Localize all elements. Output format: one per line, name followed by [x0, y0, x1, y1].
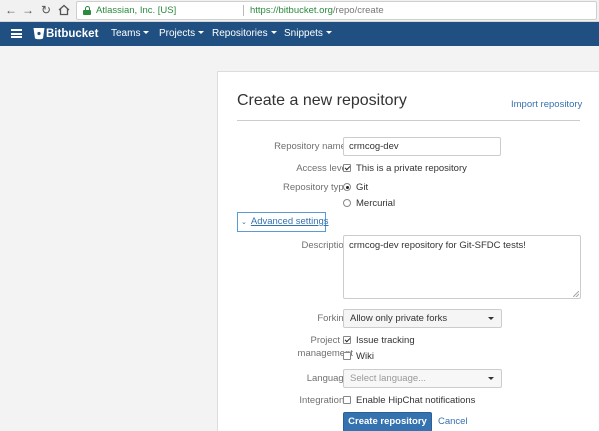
caret-down-icon [198, 30, 205, 34]
back-arrow-icon[interactable]: ← [4, 3, 18, 17]
resize-grip-icon[interactable] [573, 291, 579, 297]
title-divider [237, 120, 580, 121]
brand-name[interactable]: Bitbucket [46, 22, 98, 46]
create-repo-card: Create a new repository Import repositor… [217, 71, 599, 431]
home-icon[interactable] [57, 3, 71, 17]
advanced-settings-label: Advanced settings [250, 216, 329, 227]
advanced-settings-toggle[interactable]: ⌄ Advanced settings [237, 212, 329, 232]
browser-toolbar: ← → ↻ Atlassian, Inc. [US] https://bitbu… [0, 0, 599, 22]
forking-select-value: Allow only private forks [350, 313, 448, 324]
url-path: /repo/create [332, 5, 384, 16]
repo-name-label-text: Repository name [274, 141, 346, 152]
wiki-label: Wiki [356, 351, 374, 362]
hipchat-checkbox[interactable] [343, 396, 351, 404]
menu-teams[interactable]: Teams [111, 22, 150, 46]
address-separator [243, 5, 244, 16]
caret-down-icon [325, 30, 332, 34]
create-repository-button[interactable]: Create repository [343, 412, 432, 431]
cancel-link[interactable]: Cancel [438, 416, 468, 427]
language-select[interactable]: Select language... [343, 369, 502, 388]
hipchat-label: Enable HipChat notifications [356, 395, 476, 406]
lock-icon [83, 6, 91, 15]
description-textarea[interactable]: crmcog-dev repository for Git-SFDC tests… [343, 235, 581, 299]
app-header: Bitbucket Teams Projects Repositories Sn… [0, 22, 599, 46]
access-level-label: Access level [296, 163, 349, 174]
reload-icon[interactable]: ↻ [39, 3, 53, 17]
repo-type-label: Repository type [282, 182, 349, 193]
description-text: crmcog-dev repository for Git-SFDC tests… [349, 240, 526, 251]
menu-teams-label: Teams [111, 28, 141, 39]
caret-down-icon [143, 30, 150, 34]
mercurial-radio[interactable] [343, 199, 351, 207]
repo-name-label: Repository name* [274, 139, 349, 152]
site-identity: Atlassian, Inc. [US] [96, 5, 177, 16]
issue-tracking-checkbox[interactable] [343, 336, 351, 344]
caret-down-icon [270, 30, 277, 34]
mercurial-radio-label: Mercurial [356, 198, 396, 209]
wiki-checkbox[interactable] [343, 352, 351, 360]
menu-repositories-label: Repositories [212, 28, 268, 39]
url-host: https://bitbucket.org [250, 5, 333, 16]
bitbucket-logo-icon[interactable] [33, 27, 45, 40]
description-label: Description [301, 240, 349, 251]
integrations-label: Integrations [299, 395, 349, 406]
menu-projects-label: Projects [159, 28, 196, 39]
menu-snippets-label: Snippets [284, 28, 323, 39]
private-repo-checkbox[interactable] [343, 164, 351, 172]
menu-snippets[interactable]: Snippets [284, 22, 332, 46]
issue-tracking-label: Issue tracking [356, 335, 415, 346]
language-select-placeholder: Select language... [350, 373, 427, 384]
forking-select[interactable]: Allow only private forks [343, 309, 502, 328]
git-radio[interactable] [343, 183, 351, 191]
git-radio-label: Git [356, 182, 369, 193]
dropdown-arrow-icon [488, 317, 494, 320]
dropdown-arrow-icon [488, 377, 494, 380]
address-bar[interactable]: Atlassian, Inc. [US] https://bitbucket.o… [76, 1, 597, 20]
hamburger-menu-icon[interactable] [11, 29, 22, 38]
forward-arrow-icon[interactable]: → [21, 3, 35, 17]
repo-name-input[interactable]: crmcog-dev [343, 137, 501, 156]
menu-projects[interactable]: Projects [159, 22, 205, 46]
private-repo-label: This is a private repository [356, 163, 467, 174]
url-text: https://bitbucket.org/repo/create [250, 2, 384, 19]
menu-repositories[interactable]: Repositories [212, 22, 277, 46]
import-repository-link[interactable]: Import repository [511, 99, 582, 110]
page-title: Create a new repository [237, 92, 407, 109]
chevron-down-icon: ⌄ [241, 219, 247, 226]
